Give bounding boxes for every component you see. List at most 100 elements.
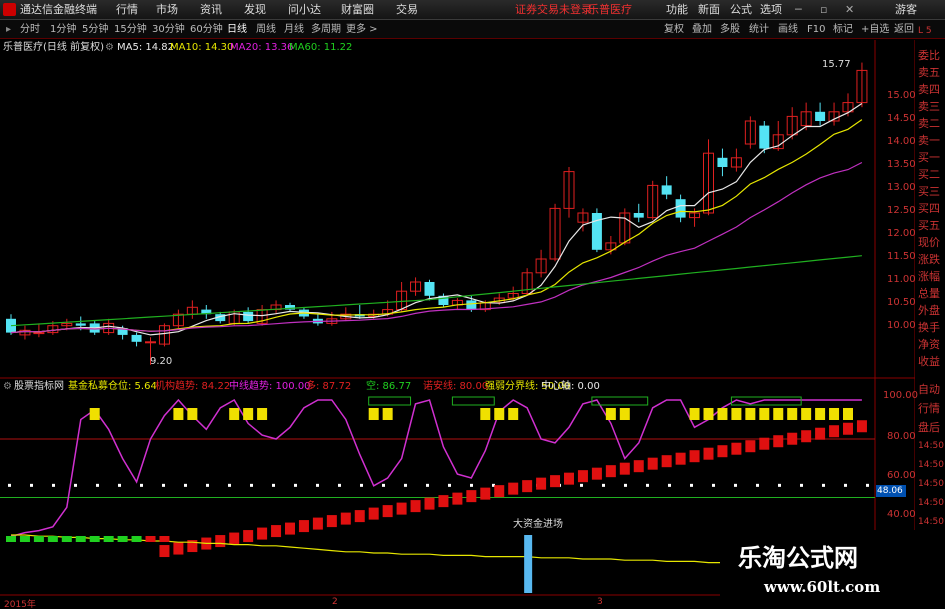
- tool-draw[interactable]: 画线: [778, 20, 798, 39]
- indicator-value: 多: 87.72: [306, 381, 352, 392]
- candlestick-series: [6, 62, 868, 365]
- tab-period-multi[interactable]: 多周期: [311, 20, 341, 39]
- quote-side-panel: L 5 委比 卖五 卖四 卖三 卖二 卖一 买一 买二 买三 买四 买五 现价 涨跌 涨幅 总量 外盘 换手 净资…: [916, 26, 945, 609]
- tool-stats[interactable]: 统计: [749, 20, 769, 39]
- ma-line: [10, 102, 863, 336]
- trend-block: [675, 452, 686, 465]
- tab-period-day-active[interactable]: 日线: [227, 20, 247, 39]
- signal-square: [382, 408, 393, 420]
- quote-field-label: 买二: [918, 168, 940, 181]
- candle-body: [75, 323, 86, 326]
- menu-wealth[interactable]: 财富圈: [341, 0, 374, 20]
- trend-block: [438, 495, 449, 508]
- period-toolbar: ▸ 分时 1分钟 5分钟 15分钟 30分钟 60分钟 日线 周线 月线 多周期…: [0, 20, 945, 39]
- close-button[interactable]: ✕: [845, 0, 854, 20]
- tab-period-60min[interactable]: 60分钟: [190, 20, 223, 39]
- indicator-value: 中线趋势: 100.00: [229, 381, 311, 392]
- trend-block: [577, 470, 588, 483]
- indicator-value: 基金私募仓位: 5.64: [68, 381, 157, 392]
- minimize-button[interactable]: ─: [795, 0, 802, 20]
- nav-arrow-icon[interactable]: ▸: [6, 20, 11, 39]
- menu-trade[interactable]: 交易: [396, 0, 418, 20]
- fund-bar: [117, 536, 128, 542]
- trend-block: [717, 445, 728, 458]
- quote-field-label: 涨幅: [918, 270, 940, 283]
- price-tick: 15.00: [887, 90, 916, 101]
- tab-period-5min[interactable]: 5分钟: [82, 20, 108, 39]
- candle-body: [145, 341, 156, 344]
- indicator-value: 中心轴: 0.00: [541, 381, 600, 392]
- indicator-current-value: 48.06: [876, 485, 906, 497]
- menu-market-quote[interactable]: 行情: [116, 0, 138, 20]
- signal-box: [451, 396, 495, 406]
- menu-function[interactable]: 功能: [666, 0, 688, 20]
- menu-market[interactable]: 市场: [156, 0, 178, 20]
- center-dot: [382, 483, 385, 487]
- signal-square: [689, 408, 700, 420]
- menu-discover[interactable]: 发现: [244, 0, 266, 20]
- restore-button[interactable]: ▫: [820, 0, 827, 20]
- center-dot: [294, 483, 297, 487]
- tab-period-more[interactable]: 更多 >: [346, 20, 378, 39]
- menu-new-face[interactable]: 新面: [698, 0, 720, 20]
- fund-bar: [33, 536, 44, 542]
- trend-block: [452, 492, 463, 505]
- indicator-value: 机构趋势: 84.22: [155, 381, 231, 392]
- signal-square: [89, 408, 100, 420]
- guest-label[interactable]: 游客: [895, 0, 917, 20]
- trend-block: [661, 455, 672, 468]
- menu-options[interactable]: 选项: [760, 0, 782, 20]
- tool-back[interactable]: 返回: [894, 20, 914, 39]
- quote-field-label: 外盘: [918, 304, 940, 317]
- tab-period-week[interactable]: 周线: [256, 20, 276, 39]
- tab-period-fenshi[interactable]: 分时: [20, 20, 40, 39]
- trend-block: [745, 440, 756, 453]
- signal-square: [605, 408, 616, 420]
- quote-field-label: 卖三: [918, 100, 940, 113]
- menu-news[interactable]: 资讯: [200, 0, 222, 20]
- ma-line: [10, 119, 863, 334]
- indicator-gear-icon[interactable]: ⚙: [3, 380, 12, 393]
- trend-block: [494, 485, 505, 498]
- tab-period-30min[interactable]: 30分钟: [152, 20, 185, 39]
- trend-block: [759, 437, 770, 450]
- tab-period-15min[interactable]: 15分钟: [114, 20, 147, 39]
- indicator-name[interactable]: 股票指标网: [14, 380, 64, 393]
- signal-square: [257, 408, 268, 420]
- quote-field-label: 收益: [918, 355, 940, 368]
- login-notice[interactable]: 证券交易未登录: [515, 0, 592, 20]
- center-dot: [668, 483, 671, 487]
- signal-square: [745, 408, 756, 420]
- ind-tick: 40.00: [887, 509, 916, 520]
- tab-period-1min[interactable]: 1分钟: [50, 20, 76, 39]
- quote-field-label: 卖二: [918, 117, 940, 130]
- center-dot: [734, 483, 737, 487]
- signal-square: [508, 408, 519, 420]
- high-price-label: 15.77: [822, 59, 851, 70]
- tab-period-month[interactable]: 月线: [284, 20, 304, 39]
- signal-square: [843, 408, 853, 420]
- center-dot: [140, 483, 143, 487]
- candle-body: [131, 334, 142, 342]
- trend-block: [550, 475, 561, 488]
- tool-overlay[interactable]: 叠加: [692, 20, 712, 39]
- trend-block: [508, 482, 519, 495]
- menu-formula[interactable]: 公式: [730, 0, 752, 20]
- center-dot: [712, 483, 715, 487]
- tool-add-watchlist[interactable]: +自选: [861, 20, 889, 39]
- trend-block: [340, 512, 351, 525]
- trend-block: [243, 530, 254, 543]
- center-dot: [162, 483, 165, 487]
- center-dot: [602, 483, 605, 487]
- fund-bar: [6, 536, 16, 542]
- tool-fuquan[interactable]: 复权: [664, 20, 684, 39]
- tool-multi-stock[interactable]: 多股: [720, 20, 740, 39]
- quote-field-label: 14:50: [918, 498, 944, 508]
- tool-mark[interactable]: 标记: [833, 20, 853, 39]
- fund-bar: [47, 536, 58, 542]
- center-dot: [228, 483, 231, 487]
- menu-ask[interactable]: 问小达: [288, 0, 321, 20]
- center-dot: [118, 483, 121, 487]
- ma-lines: [10, 102, 863, 336]
- tool-f10[interactable]: F10: [807, 20, 825, 39]
